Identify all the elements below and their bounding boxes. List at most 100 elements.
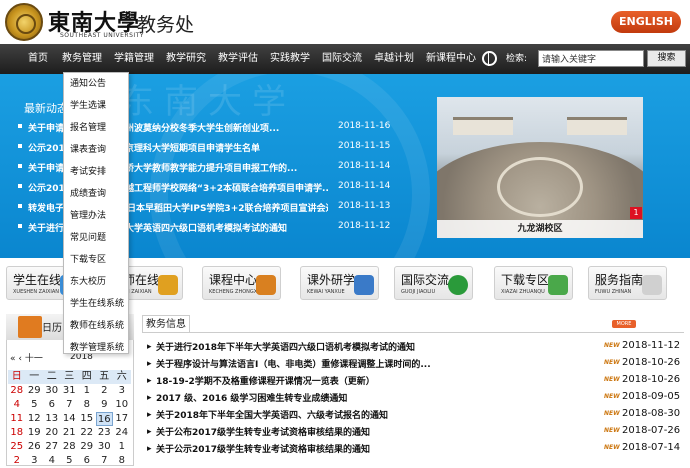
list-item-title[interactable]: 关于进行2018年下半年大学英语四六级口语机考模拟考试的通知 bbox=[156, 340, 596, 353]
quick-link-course-center[interactable]: 课程中心 KECHENG ZHONGXIN bbox=[202, 266, 281, 300]
calendar-day[interactable]: 1 bbox=[78, 384, 96, 398]
list-item[interactable]: ▸ 关于程序设计与算法语言Ⅰ（电、非电类）重修课程调整上课时间的... NEW … bbox=[144, 355, 684, 371]
calendar-day[interactable]: 30 bbox=[96, 440, 114, 454]
dropdown-item-timetable[interactable]: 课表查询 bbox=[70, 142, 106, 155]
calendar-day[interactable]: 11 bbox=[8, 412, 26, 426]
list-item-title[interactable]: 关于程序设计与算法语言Ⅰ（电、非电类）重修课程调整上课时间的... bbox=[156, 357, 596, 370]
calendar-day[interactable]: 24 bbox=[113, 426, 131, 440]
calendar-day[interactable]: 4 bbox=[8, 398, 26, 412]
slide-indicator[interactable]: 1 bbox=[630, 207, 642, 219]
list-item[interactable]: ▸ 关于进行2018年下半年大学英语四六级口语机考模拟考试的通知 NEW 201… bbox=[144, 338, 684, 354]
list-item[interactable]: ▸ 2017 级、2016 级学习困难生转专业成绩通知 NEW 2018-09-… bbox=[144, 389, 684, 405]
calendar-day[interactable]: 5 bbox=[26, 398, 44, 412]
nav-item-new-course-center[interactable]: 新课程中心 bbox=[426, 44, 476, 74]
calendar-week-row: 18 19 20 21 22 23 24 bbox=[8, 426, 132, 440]
bullet-icon: ▸ bbox=[147, 427, 152, 437]
nav-item-practice-teaching[interactable]: 实践教学 bbox=[270, 44, 310, 74]
calendar-day[interactable]: 10 bbox=[113, 398, 131, 412]
dropdown-item-course-selection[interactable]: 学生选课 bbox=[70, 98, 106, 111]
calendar-day[interactable]: 3 bbox=[113, 384, 131, 398]
dropdown-item-notices[interactable]: 通知公告 bbox=[70, 76, 106, 89]
more-button[interactable]: MORE bbox=[612, 320, 636, 328]
dropdown-item-faq[interactable]: 常见问题 bbox=[70, 230, 106, 243]
calendar-day[interactable]: 16 bbox=[95, 412, 113, 426]
calendar-day[interactable]: 15 bbox=[78, 412, 96, 426]
calendar-day[interactable]: 28 bbox=[61, 440, 79, 454]
calendar-day[interactable]: 2 bbox=[96, 384, 114, 398]
calendar-month-nav[interactable]: « ‹ 十一 bbox=[10, 351, 43, 364]
dropdown-item-regulations[interactable]: 管理办法 bbox=[70, 208, 106, 221]
list-item-title[interactable]: 关于2018年下半年全国大学英语四、六级考试报名的通知 bbox=[156, 408, 596, 421]
tab-teaching-info[interactable]: 教务信息 bbox=[142, 315, 190, 333]
bullet-icon bbox=[18, 184, 22, 188]
quick-link-international[interactable]: 国际交流 GUOJI JIAOLIU bbox=[394, 266, 473, 300]
calendar-grid: 日一二三四五六 28 29 30 31 1 2 3 4 5 6 7 8 9 10 11 12 13 14 15 16 17… bbox=[8, 370, 132, 468]
list-item-title[interactable]: 关于公示2017级学生转专业考试资格审核结果的通知 bbox=[156, 442, 596, 455]
calendar-day[interactable]: 12 bbox=[26, 412, 44, 426]
calendar-day[interactable]: 31 bbox=[61, 384, 79, 398]
list-item[interactable]: ▸ 18-19-2学期不及格重修课程开课情况一览表（更新） NEW 2018-1… bbox=[144, 372, 684, 388]
quick-link-downloads[interactable]: 下载专区 XIAZAI ZHUANQU bbox=[494, 266, 573, 300]
calendar-day[interactable]: 13 bbox=[43, 412, 61, 426]
quick-link-service-guide[interactable]: 服务指南 FUWU ZHINAN bbox=[588, 266, 667, 300]
calendar-day[interactable]: 1 bbox=[113, 440, 131, 454]
quick-link-subtitle: FUWU ZHINAN bbox=[595, 289, 632, 295]
calendar-day[interactable]: 28 bbox=[8, 384, 26, 398]
list-item-title[interactable]: 18-19-2学期不及格重修课程开课情况一览表（更新） bbox=[156, 374, 596, 387]
calendar-weekday-row: 日一二三四五六 bbox=[8, 370, 132, 384]
search-button[interactable]: 搜索 bbox=[647, 50, 686, 67]
dropdown-item-exam-schedule[interactable]: 考试安排 bbox=[70, 164, 106, 177]
calendar-day[interactable]: 22 bbox=[78, 426, 96, 440]
university-logo-subtitle: SOUTHEAST UNIVERSITY bbox=[60, 32, 144, 39]
divider bbox=[142, 332, 684, 333]
nav-item-student-status[interactable]: 学籍管理 bbox=[114, 44, 154, 74]
calendar-day[interactable]: 18 bbox=[8, 426, 26, 440]
nav-item-teaching-research[interactable]: 教学研究 bbox=[166, 44, 206, 74]
search-label: 检索: bbox=[506, 54, 528, 64]
calendar-label: 日历 bbox=[42, 323, 62, 334]
campus-photo[interactable] bbox=[437, 97, 643, 238]
calendar-day[interactable]: 7 bbox=[61, 398, 79, 412]
banner-watermark: 东南大学 bbox=[120, 82, 296, 122]
list-item[interactable]: ▸ 关于2018年下半年全国大学英语四、六级考试报名的通知 NEW 2018-0… bbox=[144, 406, 684, 422]
calendar-day[interactable]: 27 bbox=[43, 440, 61, 454]
nav-item-teaching-evaluation[interactable]: 教学评估 bbox=[218, 44, 258, 74]
calendar-day[interactable]: 30 bbox=[43, 384, 61, 398]
list-item[interactable]: ▸ 关于公示2017级学生转专业考试资格审核结果的通知 NEW 2018-07-… bbox=[144, 440, 684, 456]
dropdown-item-management-system[interactable]: 教学管理系统 bbox=[70, 340, 124, 353]
calendar-day[interactable]: 6 bbox=[43, 398, 61, 412]
dropdown-item-downloads[interactable]: 下载专区 bbox=[70, 252, 106, 265]
calendar-day[interactable]: 8 bbox=[78, 398, 96, 412]
calendar-day[interactable]: 14 bbox=[61, 412, 79, 426]
nav-item-teaching-management[interactable]: 教务管理 bbox=[62, 44, 102, 74]
nav-item-international[interactable]: 国际交流 bbox=[322, 44, 362, 74]
nav-item-home[interactable]: 首页 bbox=[28, 44, 48, 74]
calendar-day[interactable]: 19 bbox=[26, 426, 44, 440]
university-seal-icon[interactable] bbox=[5, 3, 43, 41]
calendar-icon bbox=[18, 316, 42, 338]
list-item-title[interactable]: 2017 级、2016 级学习困难生转专业成绩通知 bbox=[156, 391, 596, 404]
dropdown-item-teacher-system[interactable]: 教师在线系统 bbox=[70, 318, 124, 331]
calendar-day[interactable]: 25 bbox=[8, 440, 26, 454]
english-button[interactable]: ENGLISH bbox=[611, 11, 681, 33]
calendar-day[interactable]: 29 bbox=[78, 440, 96, 454]
calendar-day[interactable]: 9 bbox=[96, 398, 114, 412]
bullet-icon bbox=[18, 164, 22, 168]
dropdown-item-grades[interactable]: 成绩查询 bbox=[70, 186, 106, 199]
list-item[interactable]: ▸ 关于公布2017级学生转专业考试资格审核结果的通知 NEW 2018-07-… bbox=[144, 423, 684, 439]
calendar-day[interactable]: 23 bbox=[96, 426, 114, 440]
dropdown-item-school-calendar[interactable]: 东大校历 bbox=[70, 274, 106, 287]
calendar-day[interactable]: 20 bbox=[43, 426, 61, 440]
calendar-day[interactable]: 29 bbox=[26, 384, 44, 398]
dropdown-item-student-system[interactable]: 学生在线系统 bbox=[70, 296, 124, 309]
quick-link-extracurricular[interactable]: 课外研学 KEWAI YANXUE bbox=[300, 266, 379, 300]
nav-item-excellence-plan[interactable]: 卓越计划 bbox=[374, 44, 414, 74]
search-input[interactable] bbox=[538, 50, 644, 67]
calendar-day[interactable]: 26 bbox=[26, 440, 44, 454]
dropdown-item-registration[interactable]: 报名管理 bbox=[70, 120, 106, 133]
list-item-title[interactable]: 关于公布2017级学生转专业考试资格审核结果的通知 bbox=[156, 425, 596, 438]
calendar-day[interactable]: 17 bbox=[113, 412, 131, 426]
calendar-day[interactable]: 21 bbox=[61, 426, 79, 440]
news-item-date: 2018-11-14 bbox=[338, 181, 391, 191]
new-badge: NEW bbox=[604, 359, 620, 366]
